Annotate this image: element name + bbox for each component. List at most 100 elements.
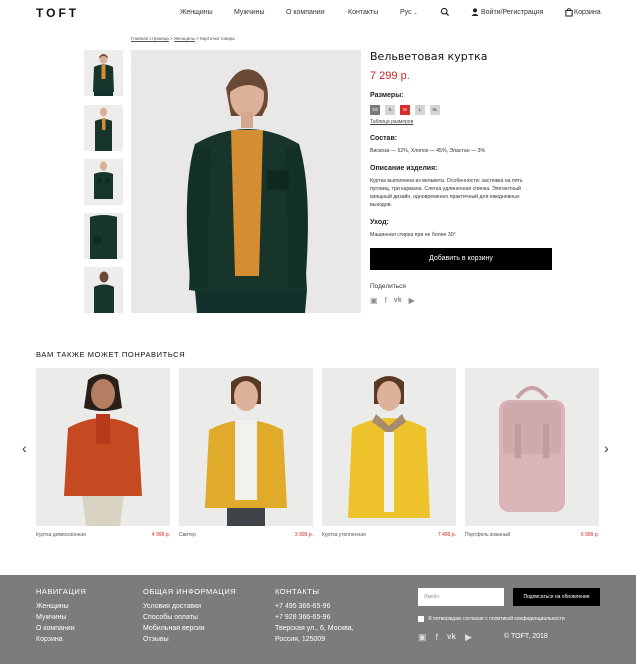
product-card-image — [36, 368, 170, 526]
care-label: Уход: — [370, 219, 389, 226]
chevron-down-icon: ⌄ — [413, 10, 418, 16]
nav-about[interactable]: О компании — [286, 9, 325, 16]
consent-checkbox-row[interactable]: Я потверждаю согласие с политикой конфид… — [418, 616, 565, 622]
carousel-prev-arrow[interactable]: ‹ — [22, 440, 27, 456]
language-label: Рус — [400, 9, 412, 16]
product-thumbnail[interactable] — [84, 213, 123, 259]
size-option-l[interactable]: L — [415, 105, 425, 115]
footer-link-delivery[interactable]: Условия доставки — [143, 601, 236, 612]
footer-link-about[interactable]: О компании — [36, 623, 86, 634]
email-input[interactable]: Имейл — [418, 588, 504, 606]
recommendations-heading: ВАМ ТАКЖЕ МОЖЕТ ПОНРАВИТЬСЯ — [36, 350, 186, 359]
footer-navigation: НАВИГАЦИЯ Женщины Мужчины О компании Кор… — [36, 587, 86, 645]
product-card-meta: Свитер 3 999 р. — [179, 532, 313, 538]
footer-phone-2[interactable]: +7 928 366-65-96 — [275, 612, 354, 623]
model-photo — [131, 50, 361, 313]
share-icons: ▣ f vk ▶ — [370, 296, 560, 305]
product-title: Вельветовая куртка — [370, 50, 488, 63]
nav-women[interactable]: Женщины — [180, 9, 213, 16]
footer-link-men[interactable]: Мужчины — [36, 612, 86, 623]
size-option-xs[interactable]: XS — [370, 105, 380, 115]
product-card-image — [465, 368, 599, 526]
breadcrumb-separator: > — [196, 36, 199, 41]
add-to-cart-button[interactable]: Добавить в корзину — [370, 248, 552, 270]
cart-link[interactable]: Корзина — [574, 9, 601, 16]
breadcrumb: Главная страница > Женщины > Карточка то… — [131, 36, 235, 41]
footer-link-reviews[interactable]: Отзывы — [143, 634, 236, 645]
thumbnail-image — [90, 215, 117, 259]
consent-label: Я потверждаю согласие с политикой конфид… — [428, 616, 565, 622]
facebook-icon[interactable]: f — [385, 296, 387, 305]
backpack-photo — [465, 368, 599, 526]
breadcrumb-home[interactable]: Главная страница — [131, 36, 169, 41]
instagram-icon[interactable]: ▣ — [370, 296, 378, 305]
product-card[interactable]: Куртка демисезонная 4 999 р. — [36, 368, 170, 538]
footer-link-cart[interactable]: Корзина — [36, 634, 86, 645]
language-select[interactable]: Рус ⌄ — [400, 9, 418, 16]
product-thumbnail[interactable] — [84, 267, 123, 313]
footer-address-line-2: Россия, 125009 — [275, 636, 326, 643]
product-thumbnail[interactable] — [84, 50, 123, 96]
product-card[interactable]: Куртка утепленная 7 499 р. — [322, 368, 456, 538]
product-card-meta: Куртка утепленная 7 499 р. — [322, 532, 456, 538]
youtube-icon[interactable]: ▶ — [465, 632, 472, 643]
description-label: Описание изделия: — [370, 165, 438, 172]
composition-text: Вискоза — 52%, Хлопок — 45%, Эластан — 3… — [370, 148, 486, 154]
product-card-image — [179, 368, 313, 526]
size-option-m[interactable]: M — [400, 105, 410, 115]
size-table-link[interactable]: Таблица размеров — [370, 119, 560, 125]
search-icon[interactable] — [440, 7, 450, 17]
thumbnail-image — [95, 107, 112, 151]
size-option-s[interactable]: S — [385, 105, 395, 115]
nav-men[interactable]: Мужчины — [234, 9, 265, 16]
sizes-label: Размеры: — [370, 92, 404, 99]
product-price: 7 299 р. — [370, 70, 410, 82]
thumbnail-image — [94, 161, 113, 199]
size-option-xl[interactable]: XL — [430, 105, 440, 115]
breadcrumb-category[interactable]: Женщины — [174, 36, 195, 41]
nav-contacts[interactable]: Контакты — [348, 9, 378, 16]
vk-icon[interactable]: vk — [447, 632, 456, 643]
share-label: Поделиться — [370, 283, 406, 290]
product-card-name: Куртка демисезонная — [36, 532, 86, 538]
product-thumbnail[interactable] — [84, 159, 123, 205]
product-card[interactable]: Свитер 3 999 р. — [179, 368, 313, 538]
product-info: Вельветовая куртка 7 299 р. Размеры: XS … — [370, 50, 560, 305]
footer-address-line-1: Тверская ул., 6, Москва, — [275, 625, 354, 632]
vk-icon[interactable]: vk — [394, 297, 402, 304]
thumbnail-image — [94, 271, 114, 313]
footer-contacts-heading: КОНТАКТЫ — [275, 587, 320, 596]
product-card-price: 7 499 р. — [437, 532, 456, 538]
youtube-icon[interactable]: ▶ — [409, 296, 415, 305]
size-selector: XS S M L XL — [370, 105, 560, 115]
product-main-image — [131, 50, 361, 313]
footer-social-icons: ▣ f vk ▶ — [418, 632, 472, 643]
product-card-meta: Портфель кожаный 6 999 р. — [465, 532, 599, 538]
footer-general-info: ОБЩАЯ ИНФОРМАЦИЯ Условия доставки Способ… — [143, 587, 236, 645]
instagram-icon[interactable]: ▣ — [418, 632, 427, 643]
consent-checkbox[interactable] — [418, 616, 424, 622]
footer-phone-1[interactable]: +7 495 366-65-96 — [275, 601, 354, 612]
product-thumbnail[interactable] — [84, 105, 123, 151]
composition-label: Состав: — [370, 135, 398, 142]
yellow-puffer-photo — [322, 368, 456, 526]
footer-info-heading: ОБЩАЯ ИНФОРМАЦИЯ — [143, 587, 237, 596]
product-card-name: Портфель кожаный — [465, 532, 511, 538]
logo[interactable]: TOFT — [36, 6, 79, 20]
product-card-price: 4 999 р. — [151, 532, 170, 538]
product-card-meta: Куртка демисезонная 4 999 р. — [36, 532, 170, 538]
footer-link-women[interactable]: Женщины — [36, 601, 86, 612]
user-icon — [471, 8, 479, 16]
copyright: © TOFT, 2018 — [504, 633, 548, 640]
product-card-price: 3 999 р. — [294, 532, 313, 538]
login-link[interactable]: Войти/Регистрация — [481, 9, 543, 16]
footer-contacts: КОНТАКТЫ +7 495 366-65-96 +7 928 366-65-… — [275, 587, 354, 645]
yellow-sweater-photo — [179, 368, 313, 526]
footer-link-mobile[interactable]: Мобильная версия — [143, 623, 236, 634]
carousel-next-arrow[interactable]: › — [604, 440, 609, 456]
subscribe-button[interactable]: Подписаться на обновления — [513, 588, 600, 606]
product-card[interactable]: Портфель кожаный 6 999 р. — [465, 368, 599, 538]
footer-link-payment[interactable]: Способы оплаты — [143, 612, 236, 623]
orange-jacket-photo — [36, 368, 170, 526]
facebook-icon[interactable]: f — [436, 632, 439, 643]
